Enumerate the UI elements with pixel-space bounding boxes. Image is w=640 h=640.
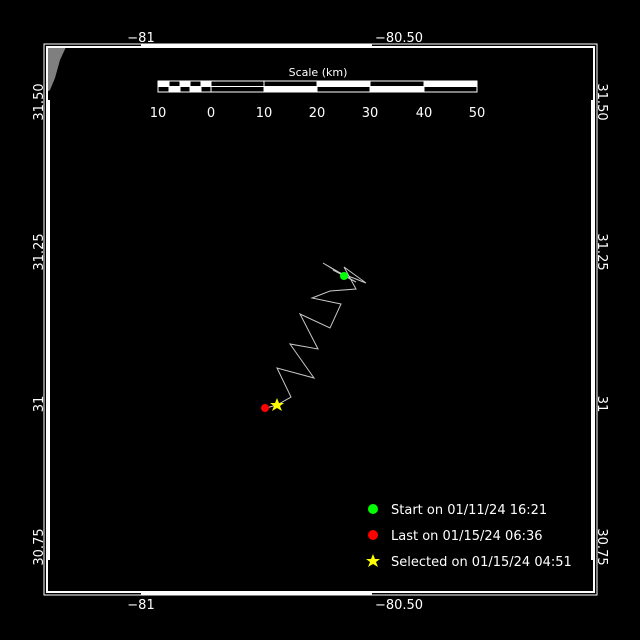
drift-track-map: −81 −80.50 −81 −80.50 31.50 31.25 31 30.…: [0, 0, 640, 640]
legend-start-text: Start on 01/11/24 16:21: [391, 503, 547, 518]
scale-label-20: 20: [309, 106, 326, 121]
lat-label-left-30-75: 30.75: [32, 528, 47, 565]
last-marker: [261, 404, 269, 412]
legend-start-icon: [368, 504, 378, 514]
lat-label-right-30-75: 30.75: [594, 528, 609, 565]
lat-label-left-31-25: 31.25: [32, 233, 47, 270]
legend: Start on 01/11/24 16:21 Last on 01/15/24…: [366, 503, 572, 570]
legend-last-icon: [368, 530, 378, 540]
scale-label-30: 30: [362, 106, 379, 121]
lat-label-left-31-50: 31.50: [32, 83, 47, 120]
start-marker: [340, 272, 348, 280]
lon-label-bottom-80-50: −80.50: [375, 598, 423, 613]
lat-label-right-31: 31: [594, 396, 609, 413]
lat-label-right-31-50: 31.50: [594, 83, 609, 120]
scale-bar-title: Scale (km): [289, 66, 348, 79]
lat-label-right-31-25: 31.25: [594, 233, 609, 270]
scale-label-50: 50: [469, 106, 486, 121]
lon-label-bottom-81: −81: [127, 598, 154, 613]
map-background: [0, 0, 640, 640]
lat-label-left-31: 31: [32, 396, 47, 413]
scale-label-10-left: 10: [150, 106, 167, 121]
legend-selected-text: Selected on 01/15/24 04:51: [391, 555, 572, 570]
lon-label-top-80-50: −80.50: [375, 31, 423, 46]
lon-label-top-81: −81: [127, 31, 154, 46]
scale-label-0: 0: [207, 106, 215, 121]
scale-label-10: 10: [256, 106, 273, 121]
legend-last-text: Last on 01/15/24 06:36: [391, 529, 543, 544]
scale-label-40: 40: [416, 106, 433, 121]
